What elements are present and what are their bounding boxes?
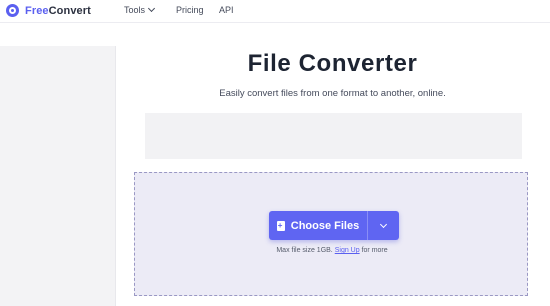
left-sidebar-panel: [0, 46, 116, 306]
ad-placeholder: [145, 113, 522, 159]
nav-tools-label: Tools: [124, 5, 146, 15]
top-nav-bar: FreeConvert Tools Pricing API: [0, 0, 550, 23]
sign-up-link[interactable]: Sign Up: [335, 247, 360, 254]
max-file-size-note: Max file size 1GB. Sign Up for more: [135, 247, 529, 254]
chevron-down-icon: [379, 220, 388, 228]
max-size-text: Max file size 1GB.: [276, 247, 333, 254]
page-title: File Converter: [247, 50, 418, 77]
file-drop-zone[interactable]: Choose Files Max file size 1GB. Sign Up …: [134, 172, 528, 296]
brand-name-convert: Convert: [48, 4, 91, 17]
upload-source-dropdown-button[interactable]: [368, 211, 399, 240]
nav-api-link[interactable]: API: [219, 5, 234, 15]
nav-tools-menu[interactable]: Tools: [124, 4, 156, 15]
chevron-down-icon: [147, 4, 156, 13]
brand-logo[interactable]: FreeConvert: [6, 4, 91, 17]
brand-name: FreeConvert: [25, 5, 91, 17]
logo-icon: [6, 4, 19, 17]
choose-files-button-group: Choose Files: [269, 211, 399, 240]
file-plus-icon: [276, 220, 285, 231]
brand-name-free: Free: [25, 4, 49, 17]
choose-files-button[interactable]: Choose Files: [269, 211, 367, 240]
choose-files-label: Choose Files: [290, 219, 360, 232]
nav-pricing-link[interactable]: Pricing: [176, 5, 204, 15]
page-subtitle: Easily convert files from one format to …: [219, 88, 446, 99]
for-more-text: for more: [361, 247, 388, 254]
